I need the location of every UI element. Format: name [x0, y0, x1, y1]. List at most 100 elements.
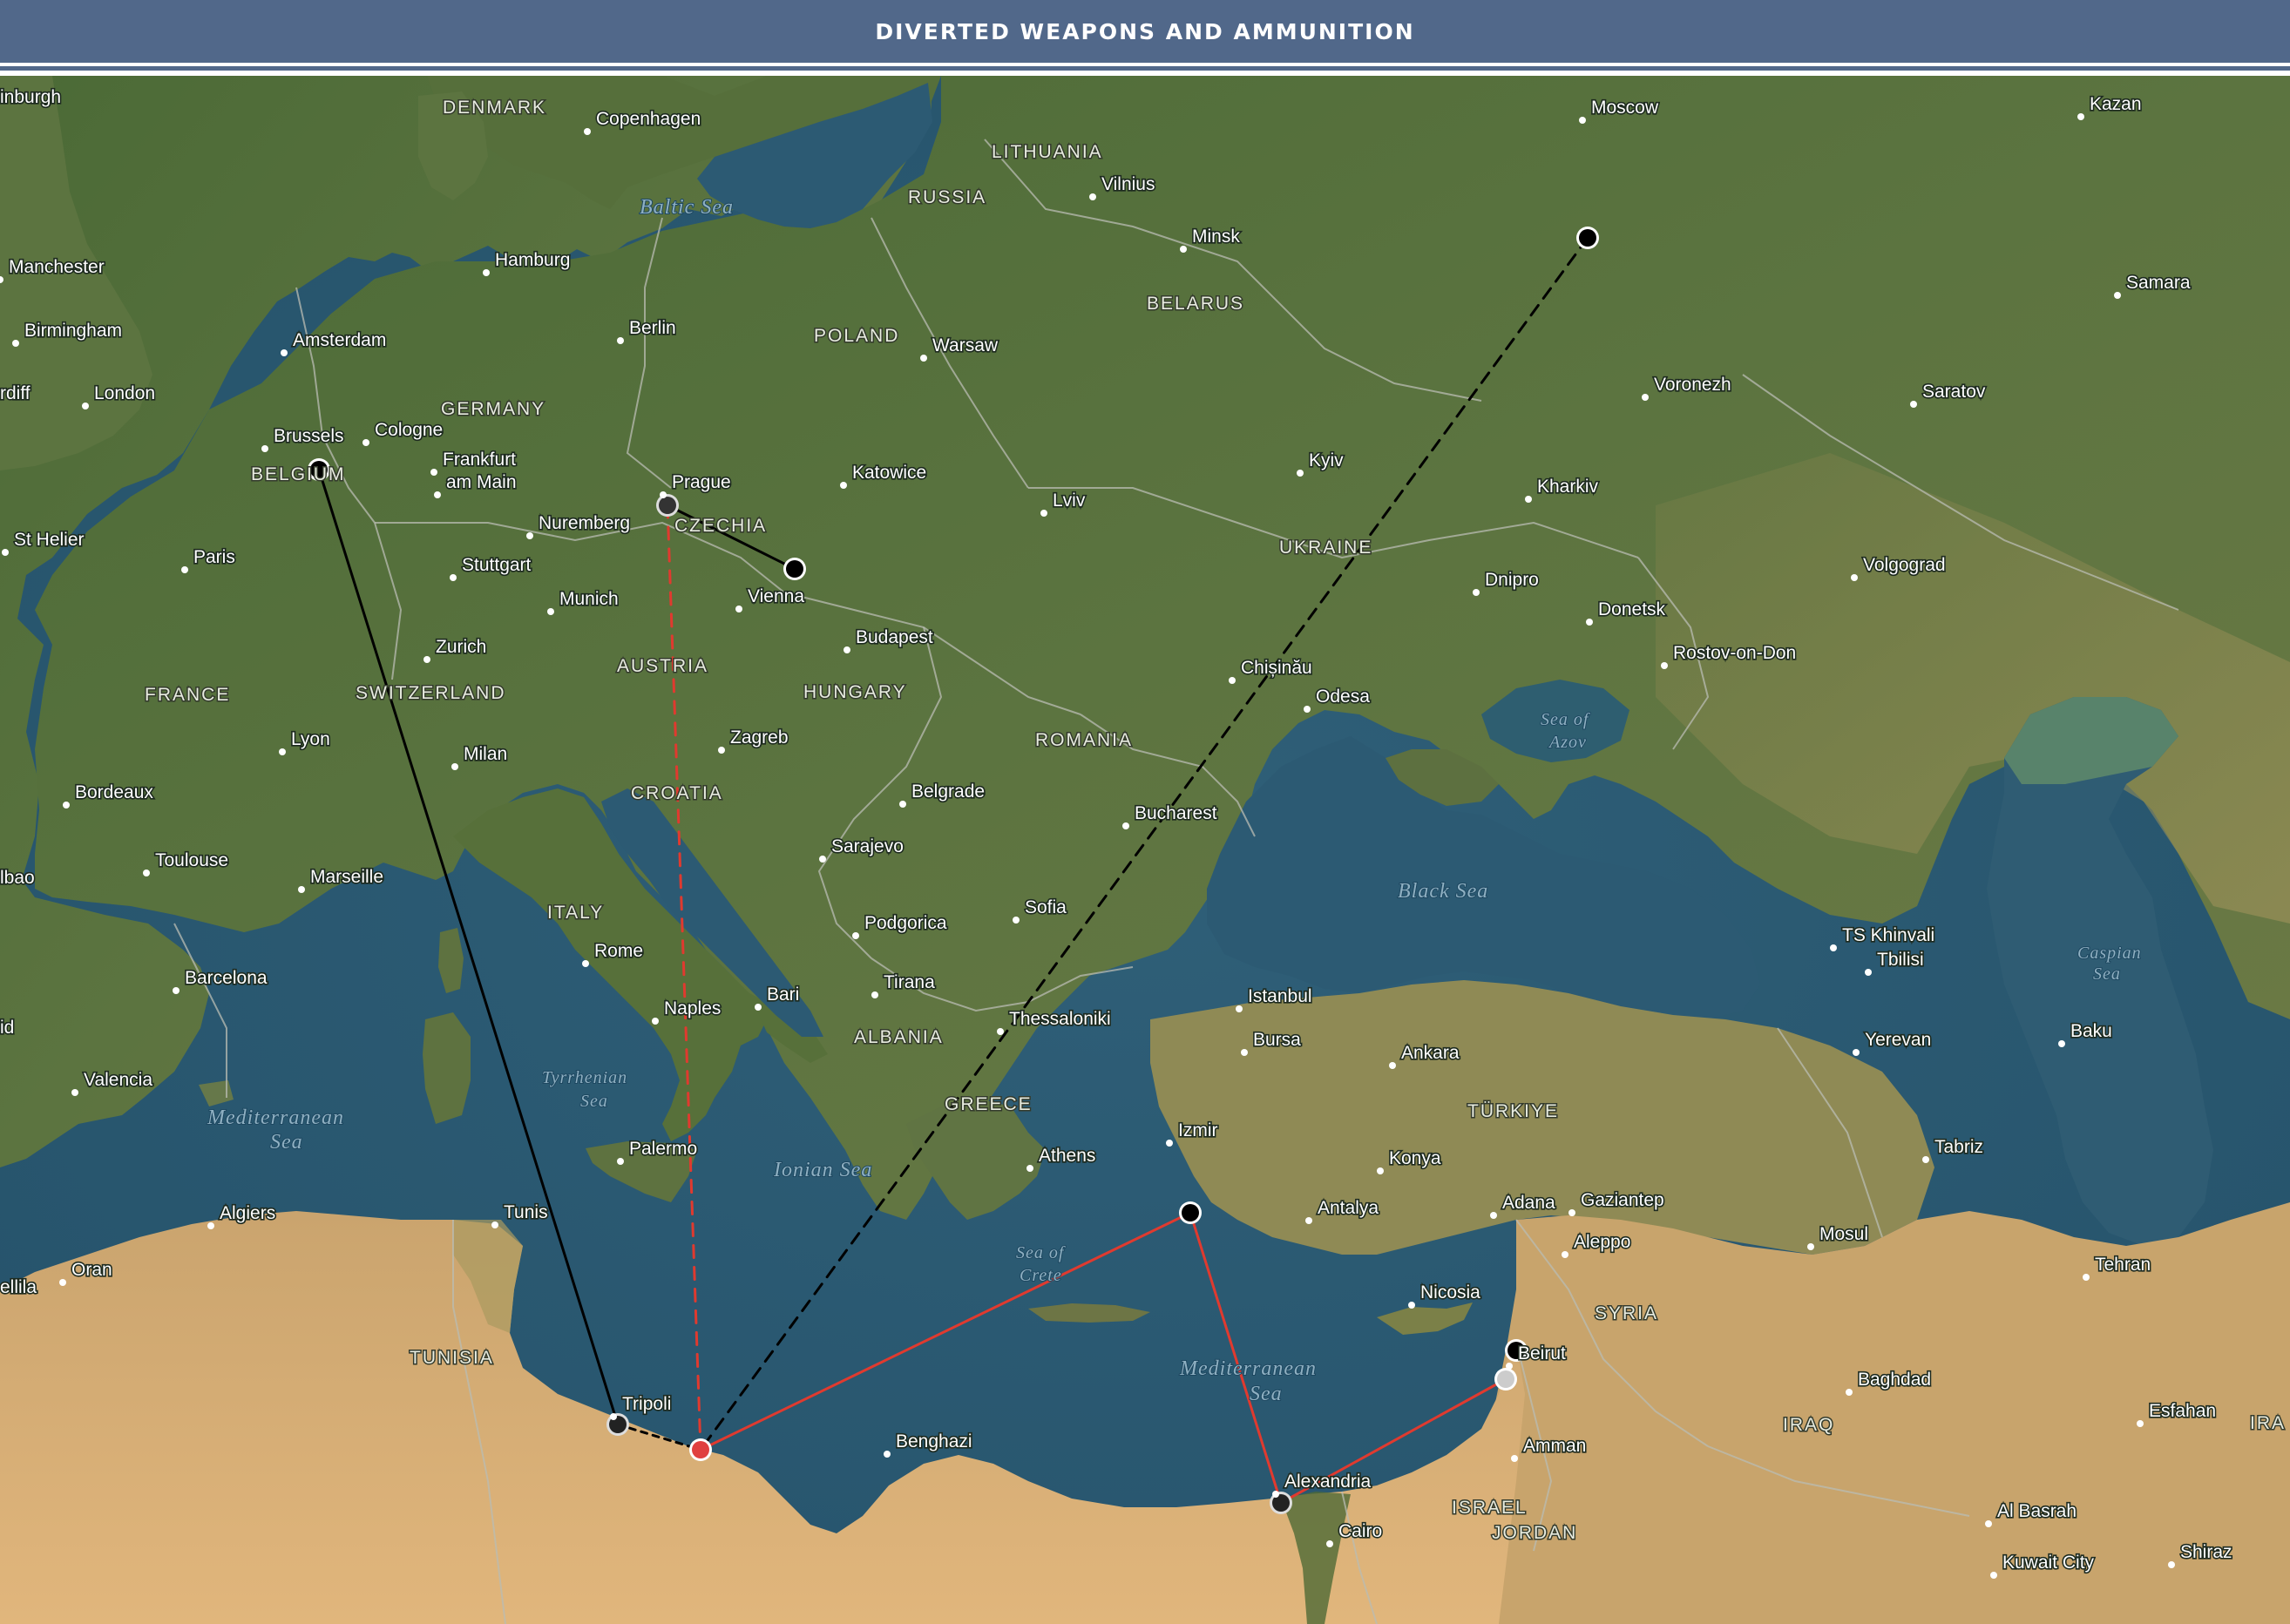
city-name: Adana: [1502, 1193, 1555, 1213]
city-name: Tripoli: [622, 1394, 671, 1414]
city-name: Vilnius: [1101, 174, 1155, 194]
city-dot: [617, 1158, 624, 1165]
country-label: IRA: [2250, 1413, 2286, 1433]
city-dot: [181, 566, 188, 573]
city-name: Paris: [193, 547, 235, 567]
city-name: Tabriz: [1934, 1137, 1983, 1157]
city-dot: [899, 801, 906, 808]
city-dot: [1661, 662, 1668, 669]
city-name: Athens: [1039, 1146, 1095, 1166]
city-name: Toulouse: [155, 850, 228, 870]
city-name: Valencia: [84, 1070, 152, 1090]
city-name: Sofia: [1025, 897, 1067, 917]
country-label: SWITZERLAND: [356, 683, 506, 703]
sea-label: Azov: [1548, 733, 1587, 752]
city-name: Birmingham: [24, 321, 122, 341]
country-label: HUNGARY: [803, 682, 907, 702]
city-dot: [1040, 510, 1047, 517]
marker-tripoli[interactable]: [606, 1413, 629, 1436]
city-dot: [1241, 1049, 1248, 1056]
sea-label: Sea of: [1541, 710, 1590, 729]
city-dot: [1408, 1302, 1415, 1309]
city-name: Bursa: [1253, 1030, 1301, 1050]
city-dot: [430, 469, 437, 476]
city-dot: [1642, 394, 1649, 401]
city-label[interactable]: ellila: [0, 1276, 38, 1298]
city-dot: [279, 748, 286, 755]
country-label: UKRAINE: [1279, 538, 1372, 558]
city-dot: [547, 608, 554, 615]
city-name: Brussels: [274, 426, 344, 446]
sea-label: Caspian: [2077, 944, 2142, 963]
city-name: Volgograd: [1863, 555, 1946, 575]
city-name: inburgh: [0, 87, 61, 107]
city-dot: [617, 337, 624, 344]
map-title: DIVERTED WEAPONS AND AMMUNITION: [875, 18, 1415, 44]
country-label: ITALY: [547, 903, 604, 923]
city-dot: [1922, 1156, 1929, 1163]
city-name: London: [94, 383, 155, 403]
marker-turkey-dot: [1182, 1204, 1199, 1221]
marker-prague[interactable]: [656, 494, 679, 517]
country-label: CROATIA: [631, 783, 723, 803]
city-dot: [63, 802, 70, 809]
sea-label: Ionian Sea: [773, 1159, 872, 1181]
city-name: lbao: [0, 868, 35, 888]
marker-beirut-b[interactable]: [1494, 1368, 1517, 1391]
country-label: GREECE: [945, 1094, 1033, 1114]
map-canvas[interactable]: Baltic SeaBlack SeaSea ofAzovCaspianSeaT…: [0, 76, 2290, 1624]
city-name: Cologne: [375, 420, 443, 440]
city-name: Mosul: [1819, 1224, 1868, 1244]
city-name: Thessaloniki: [1009, 1009, 1111, 1029]
sea-label: Sea: [2093, 964, 2121, 984]
city-name: Kharkiv: [1537, 477, 1599, 497]
city-name: Baku: [2070, 1021, 2112, 1041]
city-dot: [1865, 969, 1872, 976]
city-name: Budapest: [856, 627, 933, 647]
city-dot: [423, 656, 430, 663]
city-label[interactable]: lbao: [0, 866, 36, 889]
city-label[interactable]: rdiff: [0, 382, 31, 404]
city-dot: [1013, 917, 1020, 924]
city-name: Rostov-on-Don: [1673, 643, 1796, 663]
city-name: Dnipro: [1485, 570, 1539, 590]
marker-czechia[interactable]: [783, 558, 806, 580]
country-label: JORDAN: [1492, 1523, 1577, 1543]
city-name: Belgrade: [911, 782, 985, 802]
city-name: Izmir: [1178, 1120, 1218, 1140]
country-label: IRAQ: [1783, 1415, 1834, 1435]
country-label: BELARUS: [1147, 294, 1244, 314]
city-name: Sarajevo: [831, 836, 904, 856]
city-name: Cairo: [1338, 1521, 1382, 1541]
city-name: Tehran: [2095, 1255, 2151, 1275]
city-name: Manchester: [9, 257, 105, 277]
city-name: Voronezh: [1654, 375, 1731, 395]
city-name: Nuremberg: [539, 513, 630, 533]
city-name: Oran: [71, 1260, 112, 1280]
sea-label: Mediterranean: [207, 1106, 344, 1129]
city-dot: [1026, 1165, 1033, 1172]
city-name: Moscow: [1591, 98, 1659, 118]
sea-label: Sea of: [1016, 1243, 1066, 1262]
sea-label: Mediterranean: [1179, 1357, 1317, 1380]
city-label[interactable]: inburgh: [0, 85, 63, 108]
city-name: Tirana: [884, 972, 935, 992]
country-label: ROMANIA: [1035, 730, 1133, 750]
city-dot: [2083, 1274, 2090, 1281]
city-name: TS Khinvali: [1842, 925, 1934, 945]
city-dot: [2168, 1561, 2175, 1568]
city-dot: [1910, 401, 1917, 408]
city-dot: [483, 269, 490, 276]
city-dot: [718, 747, 725, 754]
city-dot: [1305, 1217, 1312, 1224]
country-label: AUSTRIA: [617, 656, 708, 676]
sea-label: Black Sea: [1398, 880, 1488, 903]
city-name: Palermo: [629, 1139, 697, 1159]
city-label[interactable]: id: [0, 1016, 16, 1039]
marker-libya-red[interactable]: [689, 1438, 712, 1461]
marker-russia[interactable]: [1576, 227, 1599, 249]
city-dot: [844, 646, 850, 653]
city-dot: [1229, 677, 1236, 684]
marker-libya-red-dot: [692, 1441, 709, 1458]
marker-turkey[interactable]: [1179, 1201, 1202, 1224]
